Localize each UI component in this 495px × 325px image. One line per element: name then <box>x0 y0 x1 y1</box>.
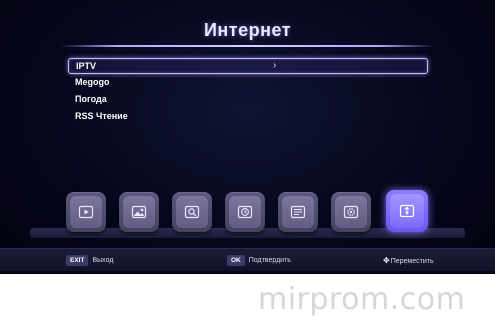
ok-key: OK <box>227 255 245 266</box>
main-menu-dock <box>66 190 438 236</box>
help-bar: EXIT Выход OK Подтвердить ✥Переместить <box>0 248 495 271</box>
exit-hint[interactable]: EXIT Выход <box>66 255 113 266</box>
menu-item-label: Погода <box>75 94 107 104</box>
dock-video-button[interactable] <box>66 192 106 232</box>
search-icon <box>184 205 200 219</box>
menu-item-rss[interactable]: RSS Чтение <box>68 108 428 125</box>
title-divider <box>60 45 435 47</box>
move-label: Переместить <box>390 258 434 265</box>
exit-label: Выход <box>92 257 114 264</box>
move-arrows-icon: ✥ <box>383 256 390 265</box>
internet-usb-icon <box>399 204 415 218</box>
tv-screen: Интернет IPTV › Megogo Погода RSS Чтение <box>0 0 495 274</box>
menu-item-weather[interactable]: Погода <box>68 91 428 108</box>
ok-hint[interactable]: OK Подтвердить <box>227 255 291 266</box>
menu-item-iptv[interactable]: IPTV › <box>68 58 428 74</box>
dock-timer-button[interactable] <box>225 192 265 232</box>
exit-key: EXIT <box>66 255 89 266</box>
picture-icon <box>131 205 147 219</box>
dock-settings-button[interactable] <box>331 192 371 232</box>
dock-search-button[interactable] <box>172 192 212 232</box>
menu-item-label: RSS Чтение <box>75 111 128 121</box>
ok-label: Подтвердить <box>248 257 291 264</box>
video-play-icon <box>78 205 94 219</box>
clock-icon <box>237 205 253 219</box>
epg-list-icon <box>290 205 306 219</box>
dock-internet-button[interactable] <box>386 190 428 232</box>
menu-item-label: Megogo <box>75 77 110 87</box>
internet-menu: IPTV › Megogo Погода RSS Чтение <box>68 58 428 125</box>
menu-item-label: IPTV <box>76 61 97 71</box>
watermark: mirprom.com <box>258 282 466 317</box>
page-title: Интернет <box>203 20 292 40</box>
move-hint: ✥Переместить <box>383 255 434 266</box>
settings-icon <box>343 205 359 219</box>
menu-item-megogo[interactable]: Megogo <box>68 74 428 91</box>
dock-epg-button[interactable] <box>278 192 318 232</box>
dock-picture-button[interactable] <box>119 192 159 232</box>
chevron-right-icon: › <box>273 60 277 71</box>
